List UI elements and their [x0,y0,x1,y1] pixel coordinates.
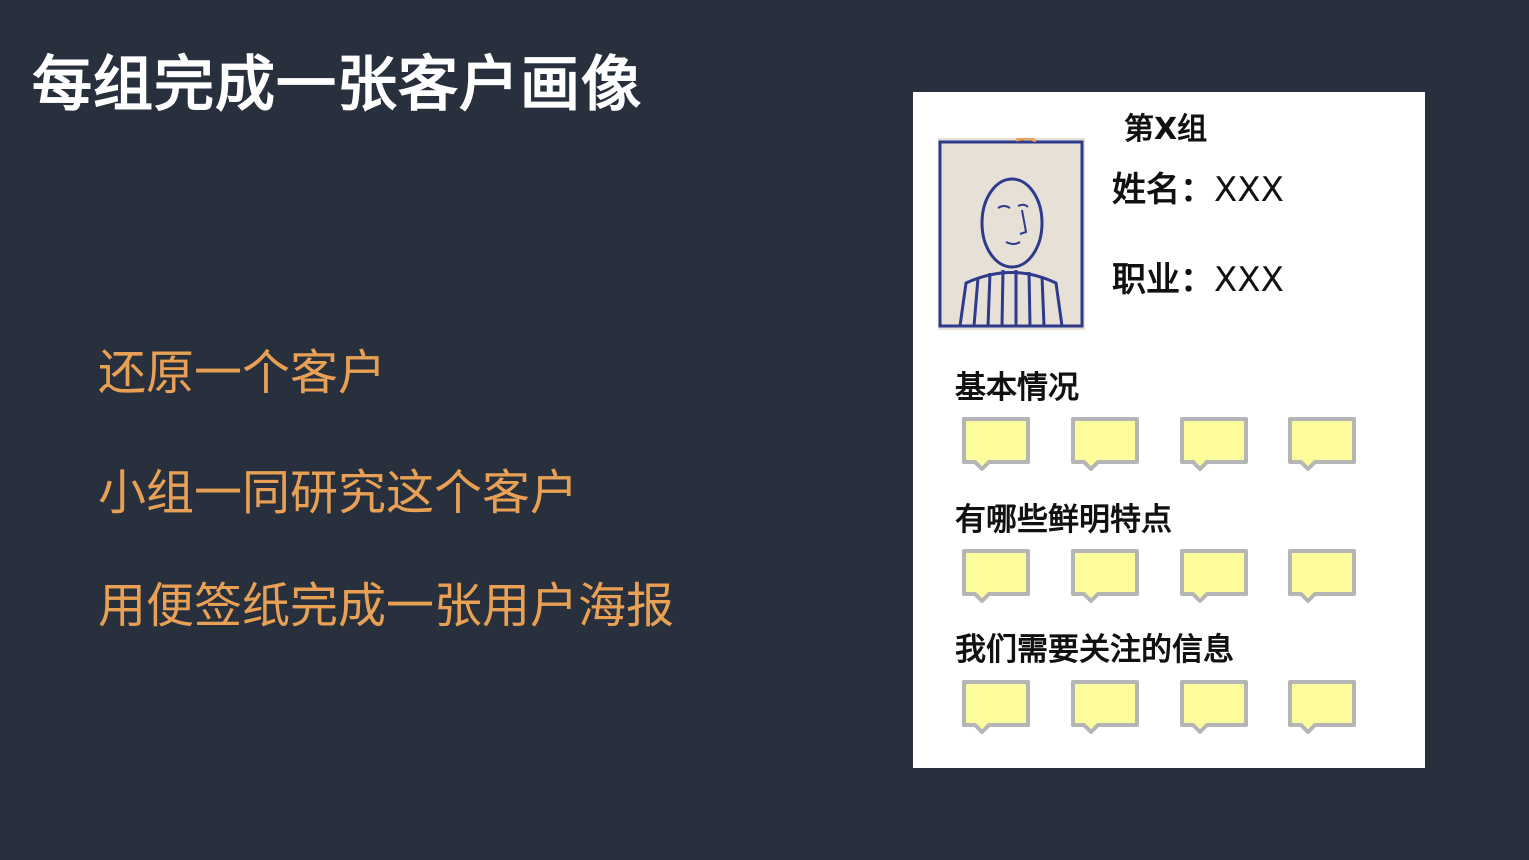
portrait-drawing-icon [938,136,1085,330]
section-basic-info: 基本情况 [955,370,1079,406]
sticky-note-icon [1287,679,1357,735]
sticky-note-icon [961,548,1031,604]
section-focus-info: 我们需要关注的信息 [955,632,1234,668]
section-distinct-traits: 有哪些鲜明特点 [955,502,1172,538]
sticky-note-icon [1287,416,1357,472]
bullet-restore-customer: 还原一个客户 [98,345,387,401]
sticky-note-icon [1070,416,1140,472]
sticky-note-icon [1179,548,1249,604]
sticky-note-row-basic-info [961,416,1361,472]
sticky-note-icon [961,416,1031,472]
sticky-note-icon [1070,548,1140,604]
sticky-note-row-focus-info [961,679,1361,735]
sticky-note-icon [1179,416,1249,472]
name-value: XXX [1214,170,1284,210]
bullet-study-customer: 小组一同研究这个客户 [98,465,579,521]
slide-title: 每组完成一张客户画像 [32,50,642,120]
sticky-note-icon [1179,679,1249,735]
name-label: 姓名： [1112,170,1214,210]
sticky-note-icon [1070,679,1140,735]
customer-persona-poster: 第X组 姓名：XXX 职业：XXX 基本情况 有哪些鲜明特点 我们需要关注的信息 [913,92,1425,768]
sticky-note-icon [961,679,1031,735]
occupation-label: 职业： [1112,260,1214,300]
occupation-value: XXX [1214,260,1284,300]
name-field: 姓名：XXX [1112,162,1284,211]
sticky-note-icon [1287,548,1357,604]
sticky-note-row-distinct-traits [961,548,1361,604]
occupation-field: 职业：XXX [1112,252,1284,301]
group-title: 第X组 [1124,112,1208,147]
bullet-make-poster: 用便签纸完成一张用户海报 [98,578,675,634]
